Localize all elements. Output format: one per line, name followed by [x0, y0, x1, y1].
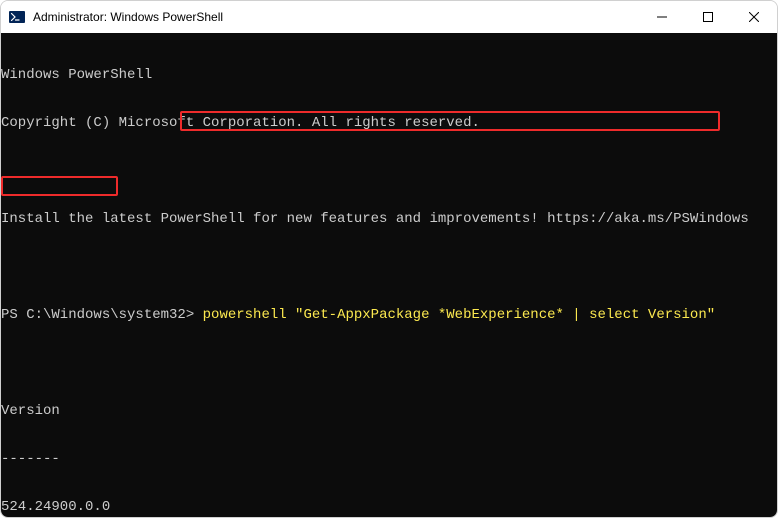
- output-divider: -------: [1, 451, 777, 467]
- powershell-icon: [9, 9, 25, 25]
- command-text: powershell "Get-AppxPackage *WebExperien…: [203, 307, 715, 323]
- prompt-line-1: PS C:\Windows\system32> powershell "Get-…: [1, 307, 777, 323]
- prompt-text: PS C:\Windows\system32>: [1, 307, 194, 323]
- install-message: Install the latest PowerShell for new fe…: [1, 211, 777, 227]
- titlebar[interactable]: Administrator: Windows PowerShell: [1, 1, 777, 33]
- blank-line: [1, 259, 777, 275]
- terminal-area[interactable]: Windows PowerShell Copyright (C) Microso…: [1, 33, 777, 518]
- blank-line: [1, 355, 777, 371]
- powershell-window: Administrator: Windows PowerShell Window…: [0, 0, 778, 518]
- maximize-button[interactable]: [685, 1, 731, 33]
- window-title: Administrator: Windows PowerShell: [33, 10, 639, 24]
- annotation-box-output: [1, 176, 118, 196]
- output-header: Version: [1, 403, 777, 419]
- window-controls: [639, 1, 777, 33]
- minimize-button[interactable]: [639, 1, 685, 33]
- output-value: 524.24900.0.0: [1, 499, 777, 515]
- banner-line-2: Copyright (C) Microsoft Corporation. All…: [1, 115, 777, 131]
- banner-line-1: Windows PowerShell: [1, 67, 777, 83]
- blank-line: [1, 163, 777, 179]
- close-button[interactable]: [731, 1, 777, 33]
